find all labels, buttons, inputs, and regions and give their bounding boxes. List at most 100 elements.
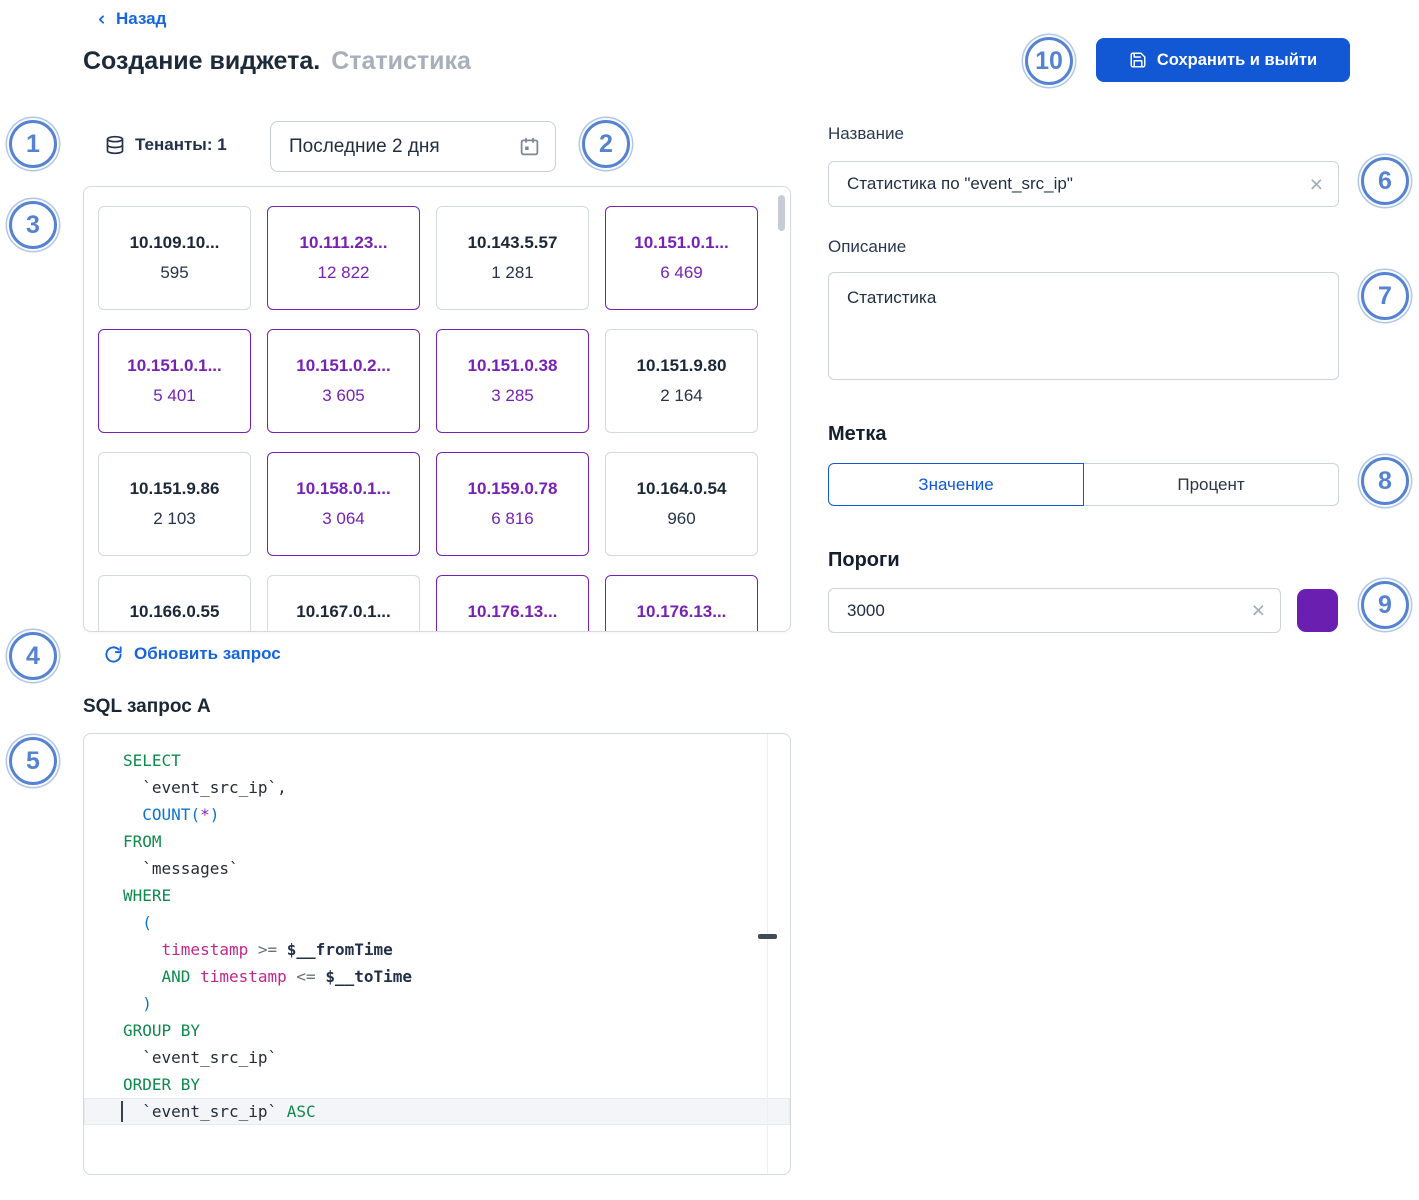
clear-name-icon[interactable]: ×	[1310, 172, 1323, 196]
callout-10: 10	[1025, 37, 1073, 85]
threshold-color-swatch[interactable]	[1297, 589, 1338, 632]
period-picker[interactable]: Последние 2 дня	[270, 121, 556, 172]
stat-card[interactable]: 10.151.0.1... 5 401	[98, 329, 251, 433]
sql-line: )	[142, 994, 152, 1013]
card-ip: 10.176.13...	[636, 602, 727, 621]
stat-card[interactable]: 10.111.23... 12 822	[267, 206, 420, 310]
card-value: 3 285	[491, 386, 534, 405]
card-ip: 10.109.10...	[129, 233, 220, 252]
sql-line: `event_src_ip` ASC	[84, 1098, 790, 1125]
stat-card[interactable]: 10.159.0.78 6 816	[436, 452, 589, 556]
stat-card[interactable]: 10.167.0.1...	[267, 575, 420, 631]
sql-line: ORDER BY	[123, 1075, 201, 1094]
callout-5: 5	[9, 737, 57, 785]
stat-card[interactable]: 10.151.0.1... 6 469	[605, 206, 758, 310]
description-textarea[interactable]: Статистика	[828, 272, 1339, 380]
stat-card[interactable]: 10.151.0.38 3 285	[436, 329, 589, 433]
sql-line: timestamp >= $__fromTime	[161, 940, 393, 959]
callout-4: 4	[9, 632, 57, 680]
card-value: 1 281	[491, 263, 534, 282]
stat-card[interactable]: 10.176.13...	[436, 575, 589, 631]
editor-scroll-marker[interactable]	[758, 934, 777, 939]
card-value: 6 469	[660, 263, 703, 282]
stat-card[interactable]: 10.176.13...	[605, 575, 758, 631]
sql-line: COUNT(*)	[142, 805, 220, 824]
description-label: Описание	[828, 237, 907, 256]
label-mode-toggle: Значение Процент	[828, 463, 1339, 506]
stat-card[interactable]: 10.158.0.1... 3 064	[267, 452, 420, 556]
sql-line: GROUP BY	[123, 1021, 201, 1040]
tenants-selector[interactable]: Тенанты: 1	[105, 131, 227, 159]
page-subtitle: Статистика	[331, 47, 471, 75]
sql-line: `event_src_ip`,	[123, 778, 287, 797]
card-value: 6 816	[491, 509, 534, 528]
sql-section-title: SQL запрос A	[83, 696, 211, 717]
back-link[interactable]: Назад	[95, 9, 166, 29]
callout-6: 6	[1361, 157, 1409, 205]
callout-7: 7	[1361, 272, 1409, 320]
save-icon	[1130, 52, 1146, 68]
card-ip: 10.151.0.2...	[296, 356, 391, 375]
stat-card[interactable]: 10.164.0.54 960	[605, 452, 758, 556]
sql-line: (	[142, 913, 152, 932]
card-ip: 10.158.0.1...	[296, 479, 391, 498]
save-button-label: Сохранить и выйти	[1156, 50, 1318, 69]
card-ip: 10.167.0.1...	[296, 602, 391, 621]
card-ip: 10.159.0.78	[467, 479, 558, 498]
stat-card[interactable]: 10.151.9.80 2 164	[605, 329, 758, 433]
label-mode-option-value[interactable]: Значение	[828, 463, 1084, 506]
refresh-query-link[interactable]: Обновить запрос	[104, 644, 281, 664]
database-icon	[106, 135, 124, 155]
name-input[interactable]: Статистика по "event_src_ip" ×	[828, 161, 1339, 207]
save-and-exit-button[interactable]: Сохранить и выйти	[1096, 38, 1350, 82]
editor-scrollbar-track	[767, 734, 768, 1174]
sql-line: `messages`	[123, 859, 239, 878]
stat-card[interactable]: 10.166.0.55	[98, 575, 251, 631]
description-value: Статистика	[847, 288, 937, 307]
card-value: 5 401	[153, 386, 196, 405]
period-value: Последние 2 дня	[289, 135, 440, 157]
sql-line: `event_src_ip`	[123, 1048, 278, 1067]
chevron-left-icon	[99, 14, 104, 24]
card-ip: 10.176.13...	[467, 602, 558, 621]
preview-panel: 10.109.10... 595 10.111.23... 12 822 10.143.…	[83, 186, 791, 632]
callout-2: 2	[582, 120, 630, 168]
card-ip: 10.164.0.54	[636, 479, 727, 498]
clear-threshold-icon[interactable]: ×	[1252, 599, 1265, 622]
card-ip: 10.151.9.86	[129, 479, 220, 498]
callout-9: 9	[1361, 581, 1409, 629]
threshold-value: 3000	[847, 600, 885, 620]
card-value: 3 605	[322, 386, 365, 405]
card-ip: 10.151.0.1...	[634, 233, 729, 252]
label-mode-option-percent[interactable]: Процент	[1084, 463, 1339, 506]
sql-editor[interactable]: SELECT `event_src_ip`, COUNT(*) FROM `mes…	[83, 733, 791, 1175]
callout-1: 1	[9, 120, 57, 168]
stat-card[interactable]: 10.109.10... 595	[98, 206, 251, 310]
card-value: 12 822	[317, 263, 370, 282]
name-value: Статистика по "event_src_ip"	[847, 174, 1073, 193]
label-section-title: Метка	[828, 423, 887, 445]
stat-card[interactable]: 10.151.9.86 2 103	[98, 452, 251, 556]
stat-card[interactable]: 10.143.5.57 1 281	[436, 206, 589, 310]
card-value: 2 164	[660, 386, 703, 405]
stat-card[interactable]: 10.151.0.2... 3 605	[267, 329, 420, 433]
card-ip: 10.166.0.55	[129, 602, 220, 621]
threshold-input[interactable]: 3000 ×	[828, 588, 1281, 633]
page-header: Создание виджета. Статистика	[83, 47, 471, 76]
refresh-icon	[105, 645, 122, 663]
tenants-label: Тенанты: 1	[135, 135, 227, 154]
card-ip: 10.151.0.38	[467, 356, 558, 375]
sql-line: FROM	[123, 832, 162, 851]
page-title: Создание виджета.	[83, 47, 321, 75]
thresholds-section-title: Пороги	[828, 549, 900, 571]
sql-code: SELECT `event_src_ip`, COUNT(*) FROM `mes…	[84, 747, 790, 1125]
card-value: 595	[160, 263, 189, 282]
sql-line: AND timestamp <= $__toTime	[161, 967, 413, 986]
calendar-icon	[520, 137, 539, 156]
sql-line: WHERE	[123, 886, 172, 905]
sql-line: SELECT	[123, 751, 181, 770]
card-value: 3 064	[322, 509, 365, 528]
preview-scrollbar-thumb[interactable]	[778, 195, 785, 231]
refresh-label: Обновить запрос	[134, 644, 281, 663]
card-ip: 10.151.0.1...	[127, 356, 222, 375]
